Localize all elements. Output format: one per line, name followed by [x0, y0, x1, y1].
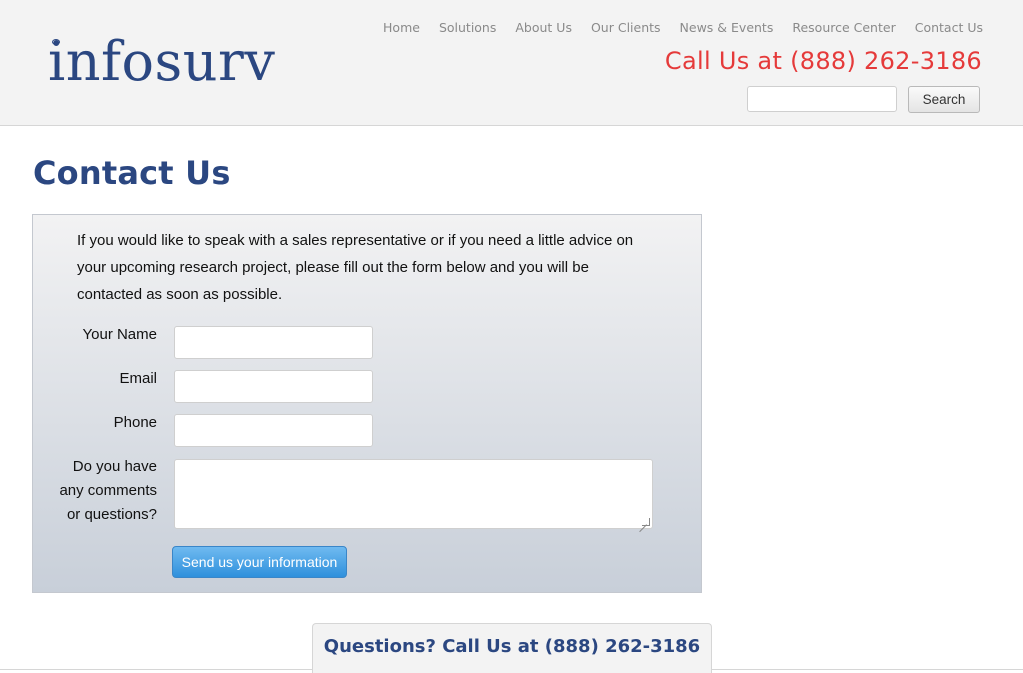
main-nav: Home Solutions About Us Our Clients News… — [383, 20, 983, 35]
name-field[interactable] — [174, 326, 373, 359]
logo-text: infosurv — [48, 30, 276, 93]
email-label: Email — [119, 370, 157, 387]
header-phone: Call Us at (888) 262-3186 — [664, 47, 982, 75]
phone-field[interactable] — [174, 414, 373, 447]
nav-home[interactable]: Home — [383, 20, 420, 35]
send-information-button[interactable]: Send us your information — [172, 546, 347, 578]
name-label: Your Name — [82, 326, 158, 343]
email-field[interactable] — [174, 370, 373, 403]
eye-icon — [52, 39, 60, 45]
intro-text: If you would like to speak with a sales … — [77, 232, 634, 303]
site-header: infosurv Home Solutions About Us Our Cli… — [0, 0, 1023, 126]
comments-label-line-3: or questions? — [66, 506, 157, 523]
search-button[interactable]: Search — [908, 86, 980, 113]
page-title: Contact Us — [33, 154, 231, 192]
comments-textarea[interactable] — [174, 459, 653, 529]
nav-news-events[interactable]: News & Events — [680, 20, 774, 35]
nav-solutions[interactable]: Solutions — [439, 20, 496, 35]
comments-label-line-1: Do you have — [72, 458, 157, 475]
questions-call-tab: Questions? Call Us at (888) 262-3186 — [312, 623, 712, 673]
questions-call-text: Questions? Call Us at (888) 262-3186 — [323, 636, 701, 657]
nav-contact-us[interactable]: Contact Us — [915, 20, 983, 35]
nav-about-us[interactable]: About Us — [515, 20, 572, 35]
comments-label-line-2: any comments — [59, 482, 157, 499]
phone-label: Phone — [113, 414, 157, 431]
nav-our-clients[interactable]: Our Clients — [591, 20, 661, 35]
search-input[interactable] — [747, 86, 897, 112]
contact-form-panel: If you would like to speak with a sales … — [32, 214, 702, 593]
resize-grip-icon[interactable] — [642, 518, 650, 526]
nav-resource-center[interactable]: Resource Center — [792, 20, 895, 35]
infosurv-logo[interactable]: infosurv — [48, 30, 275, 94]
